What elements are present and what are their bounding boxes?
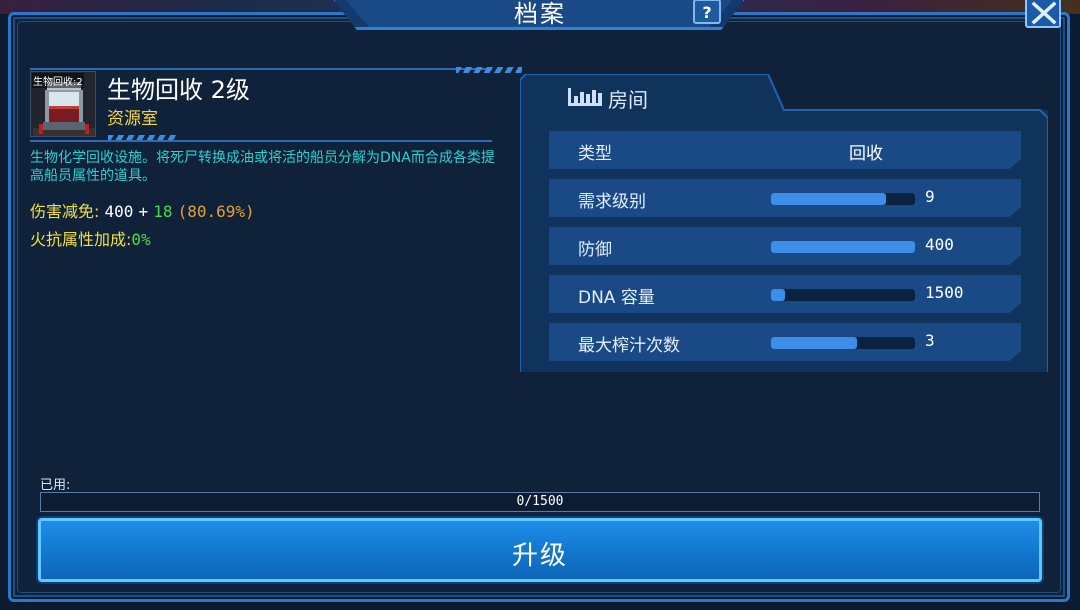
dna-capacity-bar-fill bbox=[771, 289, 786, 301]
defense-bar bbox=[771, 241, 915, 253]
fire-resist-stat: 火抗属性加成:0% bbox=[30, 226, 151, 250]
damage-reduction-base: 400 bbox=[104, 202, 134, 221]
defense-label: 防御 bbox=[578, 240, 612, 260]
damage-reduction-bonus: 18 bbox=[153, 202, 173, 221]
damage-reduction-plus: + bbox=[138, 202, 149, 221]
dna-capacity-row: DNA 容量 1500 bbox=[549, 275, 1021, 313]
required-level-bar bbox=[771, 193, 915, 205]
close-icon bbox=[1031, 1, 1057, 25]
room-header: 生物回收:2 生物回收 2级 资源室 bbox=[30, 67, 522, 142]
capacity-text: 0/1500 bbox=[516, 494, 564, 509]
fire-resist-label: 火抗属性加成: bbox=[30, 230, 132, 249]
max-juice-bar bbox=[771, 337, 915, 349]
help-button[interactable]: ? bbox=[693, 0, 721, 24]
used-label: 已用: bbox=[40, 478, 71, 493]
dna-capacity-bar bbox=[771, 289, 915, 301]
required-level-label: 需求级别 bbox=[578, 192, 646, 212]
damage-reduction-stat: 伤害减免: 400 + 18 (80.69%) bbox=[30, 198, 255, 222]
room-type-value: 回收 bbox=[849, 144, 883, 164]
thumbnail-label: 生物回收:2 bbox=[32, 73, 84, 88]
bars-icon bbox=[568, 88, 602, 106]
max-juice-label: 最大榨汁次数 bbox=[578, 336, 680, 356]
room-type-row: 类型 回收 bbox=[549, 131, 1021, 169]
required-level-bar-fill bbox=[771, 193, 887, 205]
max-juice-row: 最大榨汁次数 3 bbox=[549, 323, 1021, 361]
room-name: 生物回收 2级 bbox=[107, 76, 250, 104]
damage-reduction-percent: (80.69%) bbox=[177, 202, 255, 221]
damage-reduction-label: 伤害减免: bbox=[30, 202, 100, 221]
defense-bar-fill bbox=[771, 241, 915, 253]
defense-row: 防御 400 bbox=[549, 227, 1021, 265]
required-level-value: 9 bbox=[925, 187, 935, 206]
dialog-title: 档案 bbox=[514, 0, 566, 28]
max-juice-value: 3 bbox=[925, 331, 935, 350]
room-category: 资源室 bbox=[107, 109, 158, 129]
dna-capacity-label: DNA 容量 bbox=[578, 288, 655, 308]
close-button[interactable] bbox=[1025, 0, 1061, 28]
room-type-label: 类型 bbox=[578, 144, 612, 164]
upgrade-label: 升级 bbox=[511, 541, 568, 571]
required-level-row: 需求级别 9 bbox=[549, 179, 1021, 217]
header-hatch bbox=[456, 67, 522, 73]
max-juice-bar-fill bbox=[771, 337, 858, 349]
room-thumbnail: 生物回收:2 bbox=[30, 71, 96, 137]
header-line bbox=[30, 68, 492, 70]
fire-resist-value: 0% bbox=[131, 230, 151, 249]
dna-capacity-value: 1500 bbox=[925, 283, 964, 302]
capacity-bar: 0/1500 bbox=[40, 492, 1040, 512]
room-description: 生物化学回收设施。将死尸转换成油或将活的船员分解为DNA而合成各类提高船员属性的… bbox=[30, 150, 495, 184]
panel-title: 房间 bbox=[608, 88, 648, 112]
defense-value: 400 bbox=[925, 235, 954, 254]
header-line-bottom bbox=[30, 140, 492, 142]
upgrade-button[interactable]: 升级 bbox=[38, 518, 1042, 582]
